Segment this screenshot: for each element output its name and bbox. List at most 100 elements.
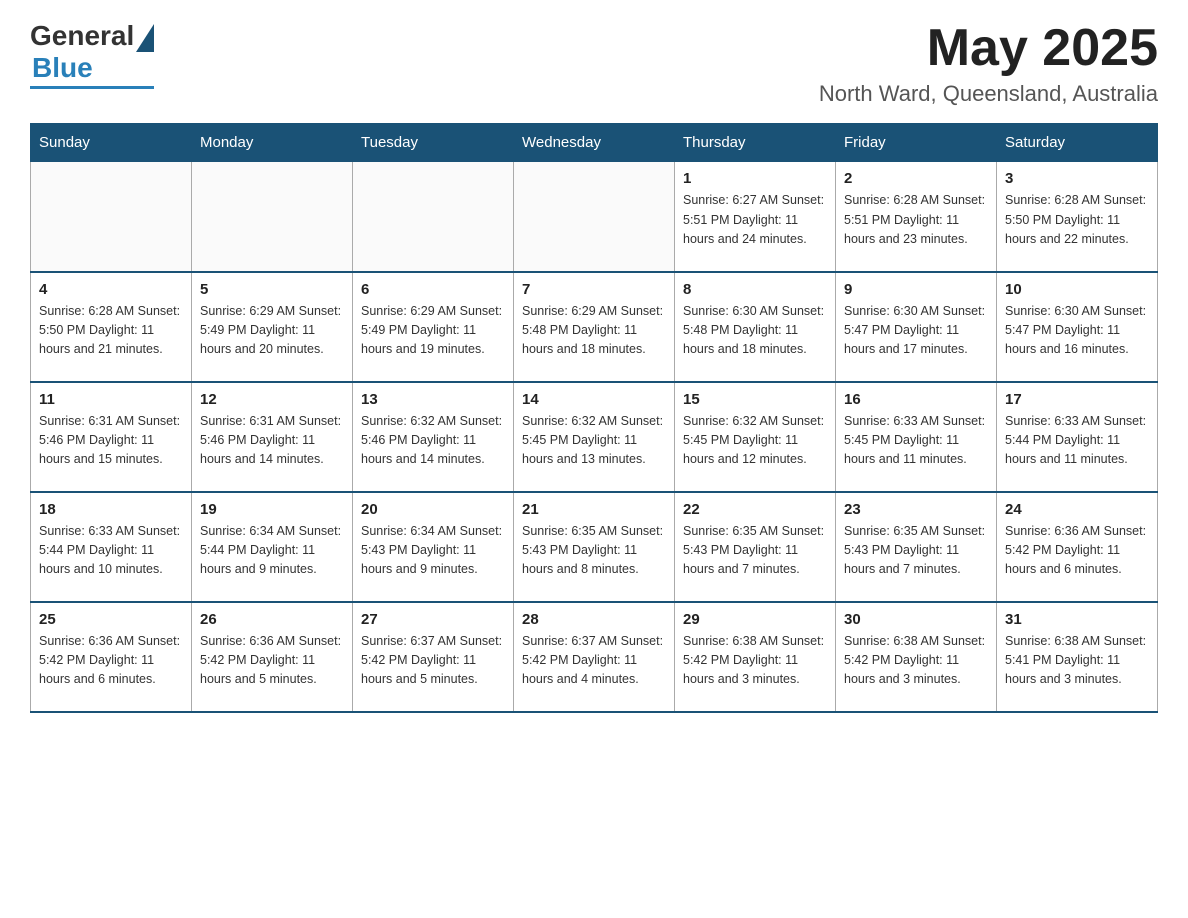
calendar-table: SundayMondayTuesdayWednesdayThursdayFrid… <box>30 123 1158 713</box>
day-number: 27 <box>361 611 505 628</box>
day-number: 10 <box>1005 281 1149 298</box>
calendar-cell: 9Sunrise: 6:30 AM Sunset: 5:47 PM Daylig… <box>836 272 997 382</box>
day-number: 11 <box>39 391 183 408</box>
sun-info: Sunrise: 6:38 AM Sunset: 5:42 PM Dayligh… <box>844 632 988 690</box>
calendar-week-row: 25 Sunrise: 6:36 AM Sunset: 5:42 PM Dayli… <box>31 602 1158 712</box>
sun-info: Sunrise: 6:38 AM Sunset: 5:41 PM Dayligh… <box>1005 632 1149 690</box>
logo: General Blue <box>30 20 154 89</box>
calendar-cell <box>353 162 514 272</box>
calendar-cell: 16Sunrise: 6:33 AM Sunset: 5:45 PM Dayli… <box>836 382 997 492</box>
calendar-cell: 14 Sunrise: 6:32 AM Sunset: 5:45 PM Dayli… <box>514 382 675 492</box>
day-number: 15 <box>683 391 827 408</box>
day-number: 4 <box>39 281 183 298</box>
calendar-cell: 27 Sunrise: 6:37 AM Sunset: 5:42 PM Dayli… <box>353 602 514 712</box>
calendar-week-row: 4 Sunrise: 6:28 AM Sunset: 5:50 PM Daylig… <box>31 272 1158 382</box>
calendar-cell: 12Sunrise: 6:31 AM Sunset: 5:46 PM Dayli… <box>192 382 353 492</box>
day-number: 13 <box>361 391 505 408</box>
day-number: 23 <box>844 501 988 518</box>
sun-info: Sunrise: 6:29 AM Sunset: 5:49 PM Dayligh… <box>200 302 344 360</box>
calendar-cell: 17Sunrise: 6:33 AM Sunset: 5:44 PM Dayli… <box>997 382 1158 492</box>
day-number: 22 <box>683 501 827 518</box>
calendar-cell: 4 Sunrise: 6:28 AM Sunset: 5:50 PM Daylig… <box>31 272 192 382</box>
calendar-header-saturday: Saturday <box>997 124 1158 162</box>
calendar-header-thursday: Thursday <box>675 124 836 162</box>
calendar-cell: 25 Sunrise: 6:36 AM Sunset: 5:42 PM Dayli… <box>31 602 192 712</box>
day-number: 12 <box>200 391 344 408</box>
sun-info: Sunrise: 6:32 AM Sunset: 5:46 PM Dayligh… <box>361 412 505 470</box>
logo-general-text: General <box>30 20 134 52</box>
calendar-header-tuesday: Tuesday <box>353 124 514 162</box>
day-number: 24 <box>1005 501 1149 518</box>
sun-info: Sunrise: 6:29 AM Sunset: 5:48 PM Dayligh… <box>522 302 666 360</box>
sun-info: Sunrise: 6:28 AM Sunset: 5:50 PM Dayligh… <box>39 302 183 360</box>
sun-info: Sunrise: 6:36 AM Sunset: 5:42 PM Dayligh… <box>200 632 344 690</box>
calendar-cell <box>31 162 192 272</box>
sun-info: Sunrise: 6:27 AM Sunset: 5:51 PM Dayligh… <box>683 191 827 249</box>
calendar-cell: 23Sunrise: 6:35 AM Sunset: 5:43 PM Dayli… <box>836 492 997 602</box>
sun-info: Sunrise: 6:33 AM Sunset: 5:45 PM Dayligh… <box>844 412 988 470</box>
calendar-cell: 20 Sunrise: 6:34 AM Sunset: 5:43 PM Dayli… <box>353 492 514 602</box>
calendar-cell: 29 Sunrise: 6:38 AM Sunset: 5:42 PM Dayli… <box>675 602 836 712</box>
calendar-cell: 18 Sunrise: 6:33 AM Sunset: 5:44 PM Dayli… <box>31 492 192 602</box>
calendar-cell: 3 Sunrise: 6:28 AM Sunset: 5:50 PM Daylig… <box>997 162 1158 272</box>
sun-info: Sunrise: 6:37 AM Sunset: 5:42 PM Dayligh… <box>522 632 666 690</box>
day-number: 18 <box>39 501 183 518</box>
sun-info: Sunrise: 6:36 AM Sunset: 5:42 PM Dayligh… <box>39 632 183 690</box>
calendar-cell: 24 Sunrise: 6:36 AM Sunset: 5:42 PM Dayli… <box>997 492 1158 602</box>
day-number: 25 <box>39 611 183 628</box>
calendar-cell: 10 Sunrise: 6:30 AM Sunset: 5:47 PM Dayli… <box>997 272 1158 382</box>
calendar-cell: 7 Sunrise: 6:29 AM Sunset: 5:48 PM Daylig… <box>514 272 675 382</box>
day-number: 19 <box>200 501 344 518</box>
month-title: May 2025 <box>819 20 1158 77</box>
sun-info: Sunrise: 6:30 AM Sunset: 5:47 PM Dayligh… <box>1005 302 1149 360</box>
sun-info: Sunrise: 6:34 AM Sunset: 5:44 PM Dayligh… <box>200 522 344 580</box>
sun-info: Sunrise: 6:30 AM Sunset: 5:47 PM Dayligh… <box>844 302 988 360</box>
day-number: 30 <box>844 611 988 628</box>
day-number: 2 <box>844 170 988 187</box>
sun-info: Sunrise: 6:36 AM Sunset: 5:42 PM Dayligh… <box>1005 522 1149 580</box>
sun-info: Sunrise: 6:31 AM Sunset: 5:46 PM Dayligh… <box>39 412 183 470</box>
sun-info: Sunrise: 6:33 AM Sunset: 5:44 PM Dayligh… <box>39 522 183 580</box>
calendar-cell: 11 Sunrise: 6:31 AM Sunset: 5:46 PM Dayli… <box>31 382 192 492</box>
calendar-cell: 6 Sunrise: 6:29 AM Sunset: 5:49 PM Daylig… <box>353 272 514 382</box>
day-number: 31 <box>1005 611 1149 628</box>
day-number: 3 <box>1005 170 1149 187</box>
day-number: 6 <box>361 281 505 298</box>
day-number: 8 <box>683 281 827 298</box>
calendar-header-sunday: Sunday <box>31 124 192 162</box>
day-number: 21 <box>522 501 666 518</box>
calendar-cell: 28 Sunrise: 6:37 AM Sunset: 5:42 PM Dayli… <box>514 602 675 712</box>
calendar-cell: 5 Sunrise: 6:29 AM Sunset: 5:49 PM Daylig… <box>192 272 353 382</box>
sun-info: Sunrise: 6:34 AM Sunset: 5:43 PM Dayligh… <box>361 522 505 580</box>
day-number: 28 <box>522 611 666 628</box>
day-number: 17 <box>1005 391 1149 408</box>
day-number: 5 <box>200 281 344 298</box>
sun-info: Sunrise: 6:38 AM Sunset: 5:42 PM Dayligh… <box>683 632 827 690</box>
calendar-cell: 21 Sunrise: 6:35 AM Sunset: 5:43 PM Dayli… <box>514 492 675 602</box>
logo-triangle-icon <box>136 24 154 52</box>
sun-info: Sunrise: 6:29 AM Sunset: 5:49 PM Dayligh… <box>361 302 505 360</box>
day-number: 14 <box>522 391 666 408</box>
calendar-week-row: 11 Sunrise: 6:31 AM Sunset: 5:46 PM Dayli… <box>31 382 1158 492</box>
calendar-cell <box>192 162 353 272</box>
sun-info: Sunrise: 6:37 AM Sunset: 5:42 PM Dayligh… <box>361 632 505 690</box>
day-number: 7 <box>522 281 666 298</box>
day-number: 20 <box>361 501 505 518</box>
calendar-header-row: SundayMondayTuesdayWednesdayThursdayFrid… <box>31 124 1158 162</box>
sun-info: Sunrise: 6:32 AM Sunset: 5:45 PM Dayligh… <box>683 412 827 470</box>
calendar-week-row: 1Sunrise: 6:27 AM Sunset: 5:51 PM Daylig… <box>31 162 1158 272</box>
calendar-cell: 1Sunrise: 6:27 AM Sunset: 5:51 PM Daylig… <box>675 162 836 272</box>
calendar-cell: 22Sunrise: 6:35 AM Sunset: 5:43 PM Dayli… <box>675 492 836 602</box>
sun-info: Sunrise: 6:28 AM Sunset: 5:51 PM Dayligh… <box>844 191 988 249</box>
sun-info: Sunrise: 6:30 AM Sunset: 5:48 PM Dayligh… <box>683 302 827 360</box>
sun-info: Sunrise: 6:32 AM Sunset: 5:45 PM Dayligh… <box>522 412 666 470</box>
sun-info: Sunrise: 6:35 AM Sunset: 5:43 PM Dayligh… <box>522 522 666 580</box>
day-number: 26 <box>200 611 344 628</box>
calendar-cell <box>514 162 675 272</box>
day-number: 29 <box>683 611 827 628</box>
sun-info: Sunrise: 6:28 AM Sunset: 5:50 PM Dayligh… <box>1005 191 1149 249</box>
location-subtitle: North Ward, Queensland, Australia <box>819 81 1158 107</box>
calendar-cell: 13 Sunrise: 6:32 AM Sunset: 5:46 PM Dayli… <box>353 382 514 492</box>
calendar-cell: 31 Sunrise: 6:38 AM Sunset: 5:41 PM Dayli… <box>997 602 1158 712</box>
calendar-cell: 2 Sunrise: 6:28 AM Sunset: 5:51 PM Daylig… <box>836 162 997 272</box>
